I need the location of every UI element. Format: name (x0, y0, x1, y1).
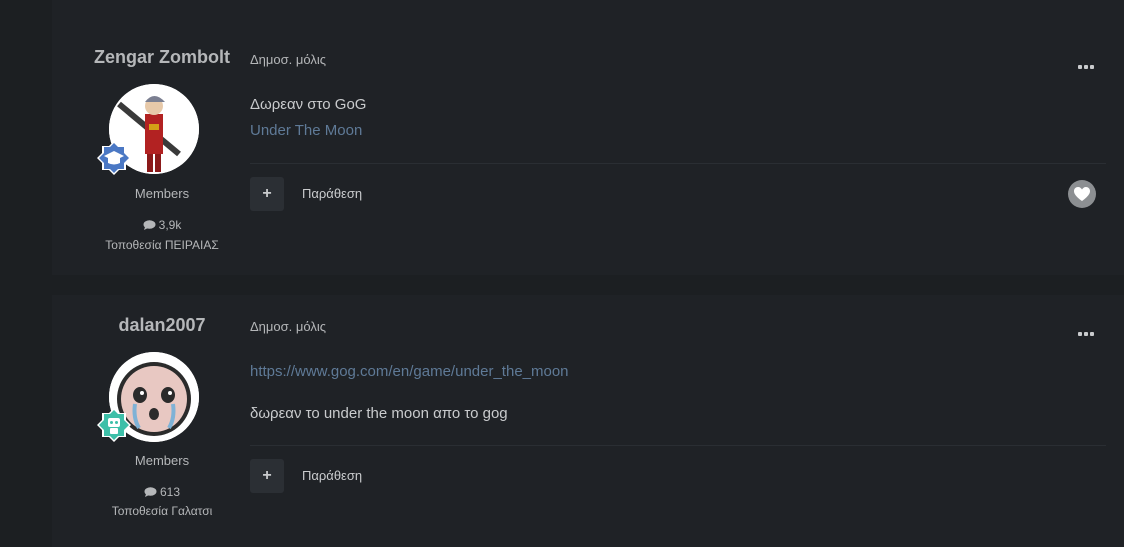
quote-button[interactable]: Παράθεση (302, 186, 362, 201)
graduate-cap-badge-icon (97, 141, 131, 175)
multiquote-button[interactable]: + (250, 459, 284, 493)
more-options-icon (1078, 65, 1082, 69)
comment-icon (144, 487, 157, 497)
post-menu[interactable] (1078, 323, 1096, 336)
multiquote-button[interactable]: + (250, 177, 284, 211)
post-text: δωρεαν το under the moon απο το gog (250, 405, 508, 422)
more-options-icon (1078, 332, 1082, 336)
post-date[interactable]: Δημοσ. μόλις (250, 319, 326, 334)
divider (250, 445, 1106, 446)
robot-badge-icon (97, 408, 131, 442)
heart-icon (1074, 187, 1090, 201)
author-role: Members (134, 453, 190, 468)
divider (250, 163, 1106, 164)
post-link[interactable]: https://www.gog.com/en/game/under_the_mo… (250, 363, 569, 380)
post-menu[interactable] (1078, 56, 1096, 69)
author-location: Τοποθεσία ΠΕΙΡΑΙΑΣ (105, 238, 219, 252)
quote-button[interactable]: Παράθεση (302, 468, 362, 483)
author-name[interactable]: dalan2007 (52, 315, 272, 336)
comment-icon (143, 220, 156, 230)
post-count-value: 613 (159, 485, 181, 499)
post-count-value: 3,9k (158, 218, 182, 232)
post-text: Δωρεαν στο GoG (250, 96, 367, 113)
post-count: 613 (52, 485, 272, 499)
post-date[interactable]: Δημοσ. μόλις (250, 52, 326, 67)
post-1: Zengar Zombolt Members 3,9k Τοποθεσία ΠΕ… (52, 0, 1124, 275)
reaction-button[interactable] (1068, 180, 1096, 208)
author-location: Τοποθεσία Γαλατσι (111, 504, 213, 518)
post-link[interactable]: Under The Moon (250, 122, 362, 139)
author-role: Members (134, 186, 190, 201)
post-2: dalan2007 Members 613 Τοποθεσία Γαλατσι … (52, 295, 1124, 547)
author-name[interactable]: Zengar Zombolt (52, 47, 272, 68)
post-count: 3,9k (52, 218, 272, 232)
